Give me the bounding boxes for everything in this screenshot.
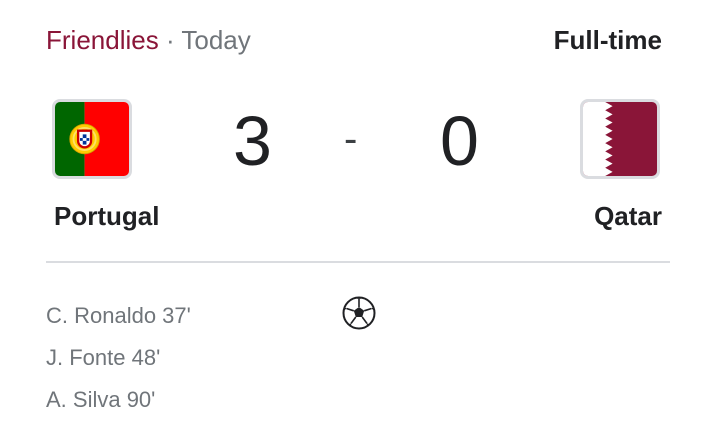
score-separator: - [344, 117, 358, 161]
match-status: Full-time [553, 25, 662, 55]
goal-scorer-item: J. Fonte 48' [46, 345, 161, 370]
home-score: 3 [233, 102, 272, 180]
section-divider [46, 261, 670, 263]
away-score: 0 [440, 102, 479, 180]
goal-scorer-item: C. Ronaldo 37' [46, 303, 191, 328]
home-goal-scorers: C. Ronaldo 37' J. Fonte 48' A. Silva 90' [46, 295, 191, 421]
competition-line: Friendlies · Today [46, 22, 251, 58]
match-header: Friendlies · Today Full-time [46, 22, 662, 62]
qatar-flag-icon[interactable] [580, 99, 660, 179]
home-team-name[interactable]: Portugal [54, 198, 159, 234]
goal-scorer-item: A. Silva 90' [46, 387, 156, 412]
match-date: Today [181, 25, 251, 55]
soccer-ball-icon [342, 296, 376, 330]
portugal-flag-icon[interactable] [52, 99, 132, 179]
header-separator: · [165, 25, 175, 55]
competition-link[interactable]: Friendlies [46, 25, 159, 55]
away-team-name[interactable]: Qatar [594, 198, 662, 234]
